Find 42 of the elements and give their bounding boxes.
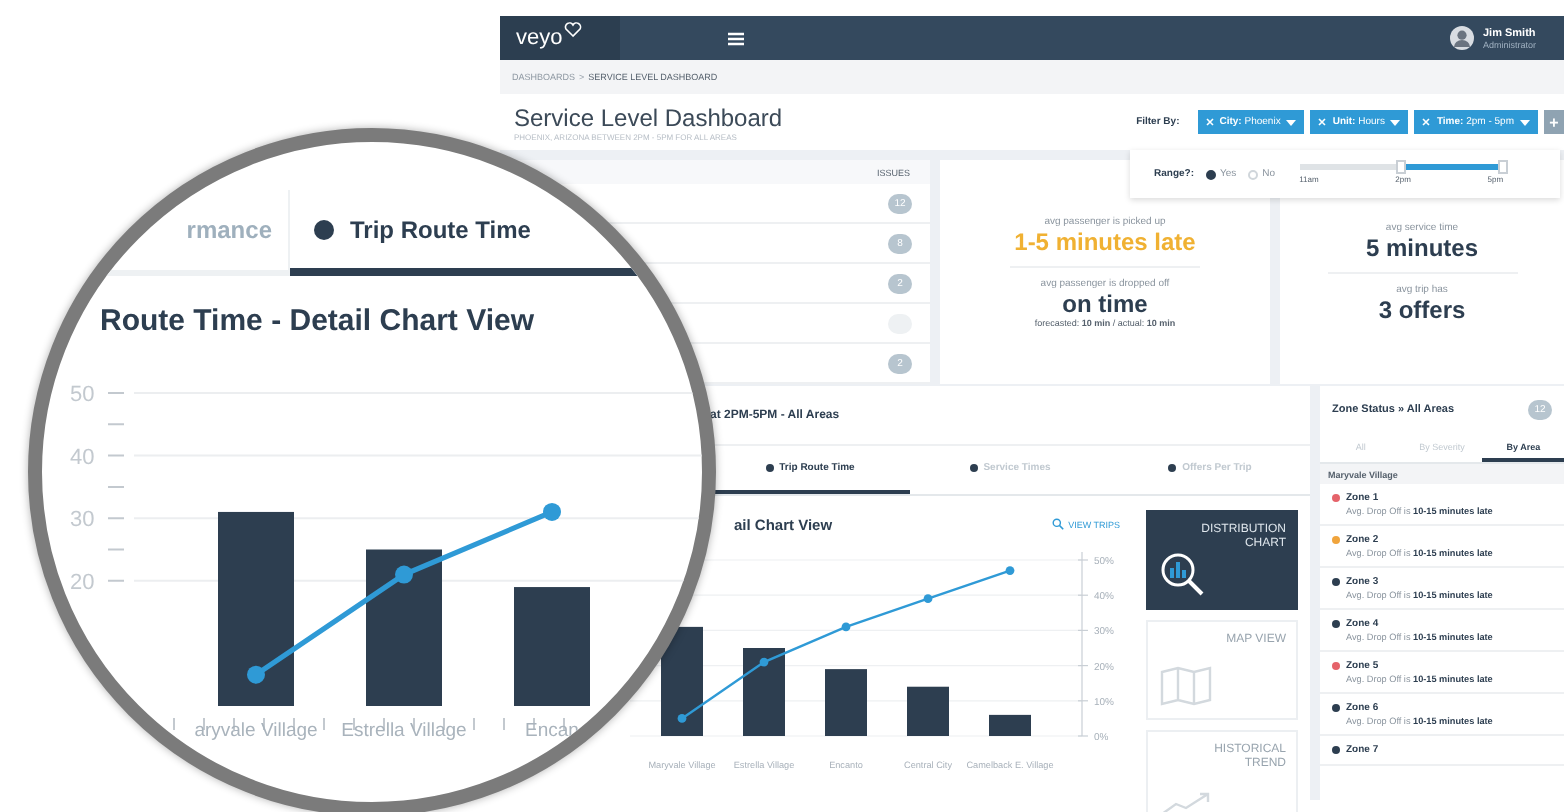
stat-value: on time <box>1062 290 1148 318</box>
dot-icon <box>314 219 334 239</box>
search-icon <box>1052 518 1065 530</box>
magnifier-bars-icon <box>1160 552 1204 596</box>
category-label: aryvale Village <box>194 720 318 742</box>
caret-icon <box>1390 119 1401 125</box>
close-icon[interactable] <box>1422 118 1431 126</box>
add-filter-button[interactable]: + <box>1544 110 1564 134</box>
close-icon[interactable] <box>1318 118 1327 126</box>
heart-icon <box>564 22 583 38</box>
avatar-icon[interactable] <box>1450 26 1475 50</box>
caret-icon <box>1286 119 1297 125</box>
data-point <box>759 657 769 667</box>
stat-value: 5 minutes <box>1365 233 1478 261</box>
tab[interactable]: rmance <box>42 190 290 270</box>
page-title: Service Level Dashboard <box>514 103 783 131</box>
map-icon <box>1160 666 1212 706</box>
data-point <box>923 594 933 604</box>
stat-value: 1-5 minutes late <box>1014 228 1196 256</box>
dot-icon <box>969 464 978 472</box>
axis-label: 50 <box>70 383 95 407</box>
caret-icon <box>1520 119 1530 125</box>
axis-label: 30 <box>70 508 95 533</box>
range-slider[interactable] <box>1299 164 1504 170</box>
stat-value: 3 offers <box>1378 295 1466 323</box>
dot-icon <box>765 464 774 472</box>
dot-icon <box>1168 464 1177 472</box>
data-point <box>841 622 851 632</box>
data-point <box>247 665 265 684</box>
axis-label: 20 <box>70 570 95 595</box>
trend-icon <box>1160 792 1212 812</box>
data-point <box>543 502 561 521</box>
close-icon[interactable] <box>1205 118 1214 126</box>
tab[interactable]: Trip Route Time <box>290 190 650 276</box>
menu-icon[interactable] <box>728 31 744 45</box>
logo-text: veyo <box>516 26 563 50</box>
data-point <box>677 714 687 723</box>
axis-label: 40 <box>70 445 95 470</box>
chart-title: Route Time - Detail Chart View <box>100 304 534 338</box>
data-point <box>395 565 413 584</box>
data-point <box>1005 566 1015 575</box>
category-label: Estrella Village <box>341 720 467 742</box>
